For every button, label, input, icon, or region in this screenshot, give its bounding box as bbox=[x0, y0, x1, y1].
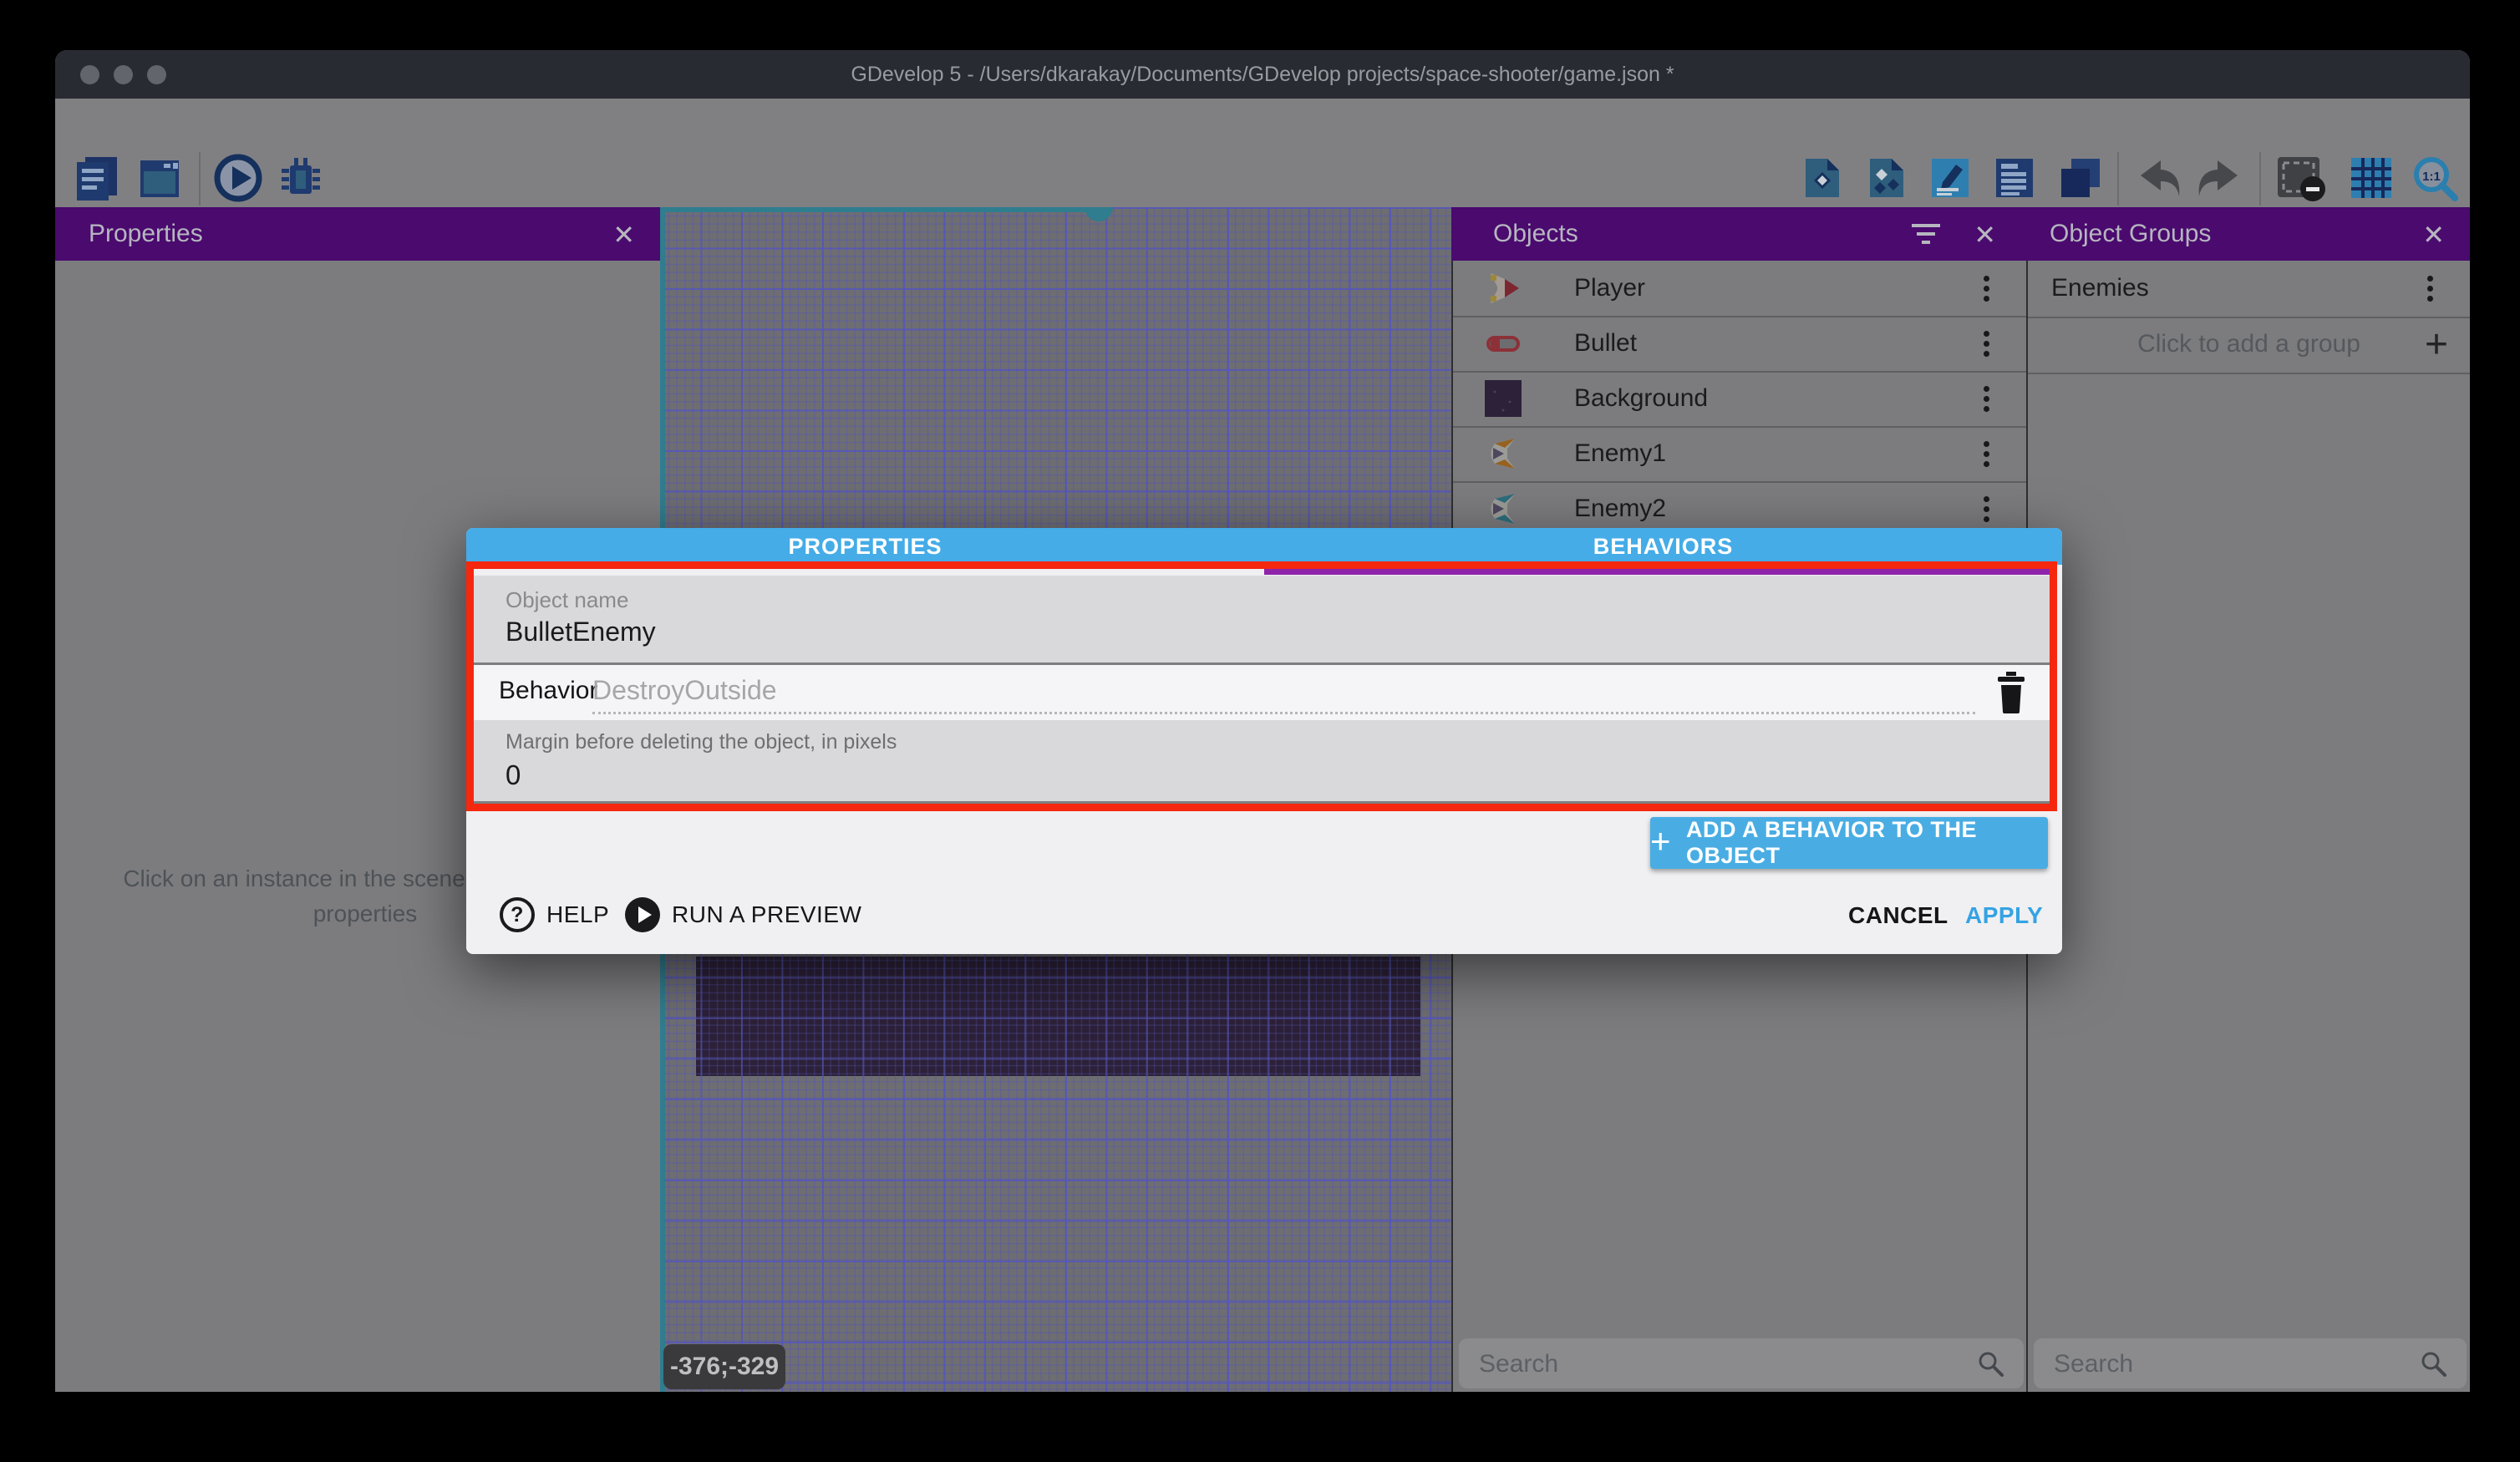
object-menu-icon[interactable] bbox=[1984, 496, 1989, 521]
delete-behavior-icon[interactable] bbox=[1994, 672, 2028, 713]
object-name-input[interactable] bbox=[504, 616, 1928, 648]
object-groups-icon[interactable] bbox=[1862, 154, 1910, 202]
group-row-enemies[interactable]: Enemies bbox=[2028, 261, 2470, 318]
zoom-ratio-icon[interactable]: 1:1 bbox=[2410, 154, 2463, 202]
objects-panel-header: Objects ✕ bbox=[1451, 207, 2026, 261]
behavior-label: Behavior bbox=[499, 677, 597, 705]
run-preview-button[interactable]: RUN A PREVIEW bbox=[625, 897, 861, 932]
object-editor-dialog: PROPERTIES BEHAVIORS Object name Behavio… bbox=[466, 528, 2062, 954]
object-groups-panel: Enemies Click to add a group + bbox=[2026, 261, 2470, 1392]
add-behavior-button[interactable]: + ADD A BEHAVIOR TO THE OBJECT bbox=[1650, 817, 2048, 869]
add-group-row[interactable]: Click to add a group + bbox=[2028, 317, 2470, 374]
player-sprite-icon bbox=[1485, 270, 1522, 307]
background-sprite-icon bbox=[1485, 380, 1522, 417]
toolbar-separator bbox=[2259, 152, 2261, 206]
object-menu-icon[interactable] bbox=[1984, 441, 1989, 466]
add-object-icon[interactable] bbox=[1797, 154, 1846, 202]
close-groups-panel-icon[interactable]: ✕ bbox=[2422, 219, 2445, 251]
selection-top-edge bbox=[665, 207, 1086, 212]
titlebar: GDevelop 5 - /Users/dkarakay/Documents/G… bbox=[55, 50, 2470, 99]
enemy1-sprite-icon bbox=[1485, 435, 1522, 472]
objects-search bbox=[1459, 1338, 2024, 1388]
play-icon bbox=[625, 897, 660, 932]
edit-scene-icon[interactable] bbox=[1926, 154, 1974, 202]
selection-handle[interactable] bbox=[1085, 207, 1113, 221]
bullet-sprite-icon bbox=[1485, 325, 1522, 362]
group-menu-icon[interactable] bbox=[2427, 276, 2433, 301]
mask-instances-icon[interactable] bbox=[2273, 154, 2329, 202]
object-groups-panel-header: Object Groups ✕ bbox=[2026, 207, 2470, 261]
debug-icon[interactable] bbox=[276, 154, 324, 202]
toolbar-separator bbox=[2117, 152, 2119, 206]
plus-icon: + bbox=[1650, 821, 1671, 861]
object-menu-icon[interactable] bbox=[1984, 331, 1989, 356]
cancel-button[interactable]: CANCEL bbox=[1848, 902, 1948, 929]
search-icon bbox=[1977, 1350, 2005, 1378]
behavior-underline bbox=[592, 712, 1975, 714]
cursor-coordinates-tooltip: -376;-329 bbox=[663, 1344, 785, 1389]
dialog-tab-properties[interactable]: PROPERTIES bbox=[466, 528, 1264, 565]
object-row-player[interactable]: Player bbox=[1453, 261, 2026, 317]
background-instance[interactable] bbox=[696, 957, 1420, 1076]
groups-search-input[interactable] bbox=[2052, 1345, 2359, 1383]
apply-button[interactable]: APPLY bbox=[1965, 902, 2043, 929]
properties-panel-header: Properties ✕ bbox=[55, 207, 660, 261]
object-row-bullet[interactable]: Bullet bbox=[1453, 316, 2026, 373]
dialog-tabbar: PROPERTIES BEHAVIORS bbox=[466, 528, 2062, 565]
zoom-ratio-label: 1:1 bbox=[2422, 170, 2441, 184]
margin-input[interactable] bbox=[504, 759, 1009, 792]
object-name-label: Object name bbox=[506, 587, 628, 613]
margin-label: Margin before deleting the object, in pi… bbox=[506, 730, 897, 754]
redo-icon[interactable] bbox=[2197, 154, 2246, 202]
margin-field[interactable]: Margin before deleting the object, in pi… bbox=[474, 720, 2055, 804]
object-menu-icon[interactable] bbox=[1984, 276, 1989, 301]
layers-icon[interactable] bbox=[2055, 154, 2103, 202]
screenshot-root: GDevelop 5 - /Users/dkarakay/Documents/G… bbox=[0, 0, 2520, 1462]
object-groups-panel-title: Object Groups bbox=[2050, 220, 2211, 248]
add-group-icon[interactable]: + bbox=[2425, 322, 2448, 368]
toolbar-separator bbox=[199, 152, 201, 206]
behavior-name[interactable]: DestroyOutside bbox=[592, 675, 777, 706]
objects-search-input[interactable] bbox=[1477, 1345, 1876, 1383]
objects-panel-title: Objects bbox=[1493, 220, 1578, 248]
active-tab-indicator bbox=[1264, 566, 2050, 575]
close-objects-panel-icon[interactable]: ✕ bbox=[1974, 219, 1996, 251]
enemy2-sprite-icon bbox=[1485, 490, 1522, 527]
filter-icon[interactable] bbox=[1909, 224, 1943, 249]
dialog-footer: ? HELP RUN A PREVIEW CANCEL APPLY bbox=[466, 897, 2062, 934]
grid-icon[interactable] bbox=[2345, 154, 2398, 202]
help-icon: ? bbox=[500, 897, 535, 932]
window-title: GDevelop 5 - /Users/dkarakay/Documents/G… bbox=[55, 50, 2470, 99]
play-preview-icon[interactable] bbox=[214, 154, 262, 202]
object-row-background[interactable]: Background bbox=[1453, 371, 2026, 428]
close-properties-panel-icon[interactable]: ✕ bbox=[612, 219, 635, 251]
object-name-field[interactable]: Object name bbox=[474, 576, 2055, 665]
object-row-enemy1[interactable]: Enemy1 bbox=[1453, 426, 2026, 483]
scene-window-icon[interactable] bbox=[135, 154, 184, 202]
search-icon bbox=[2420, 1350, 2448, 1378]
behavior-row: Behavior DestroyOutside bbox=[474, 665, 2055, 720]
groups-search bbox=[2034, 1338, 2467, 1388]
properties-panel-title: Properties bbox=[89, 220, 203, 248]
undo-icon[interactable] bbox=[2132, 154, 2181, 202]
properties-empty-message-line1: Click on an instance in the scene bbox=[55, 866, 533, 892]
dialog-tab-behaviors[interactable]: BEHAVIORS bbox=[1264, 528, 2062, 565]
properties-list-icon[interactable] bbox=[1990, 154, 2039, 202]
project-manager-icon[interactable] bbox=[72, 154, 120, 202]
help-button[interactable]: ? HELP bbox=[500, 897, 609, 932]
object-menu-icon[interactable] bbox=[1984, 386, 1989, 411]
